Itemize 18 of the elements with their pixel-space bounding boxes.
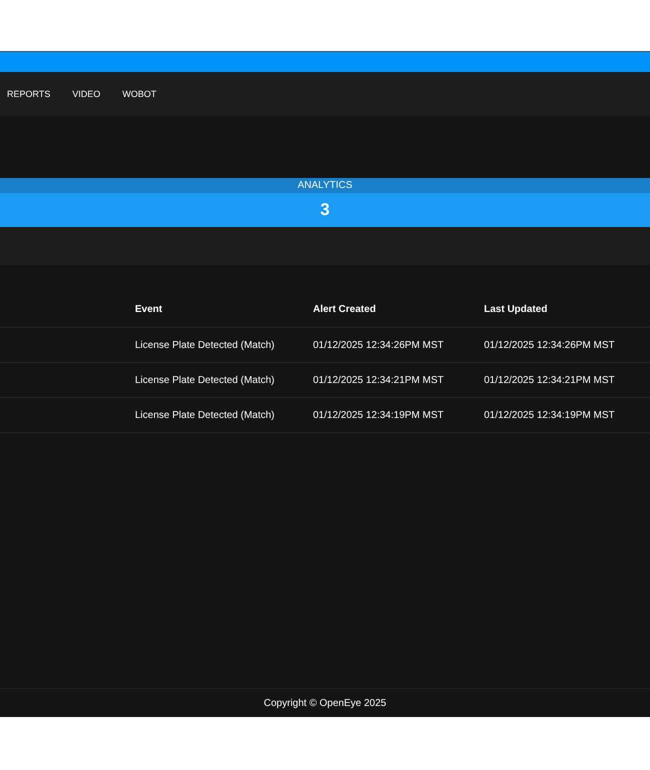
- analytics-count: 3: [320, 200, 330, 220]
- table-cell: License Plate Detected (Match): [135, 374, 275, 386]
- column-header: Event: [135, 304, 162, 314]
- table-cell: 01/12/2025 12:34:19PM MST: [484, 410, 615, 420]
- table-cell: License Plate Detected (Match): [135, 340, 275, 350]
- nav-link[interactable]: VIDEO: [72, 89, 100, 99]
- column-header: Alert Created: [313, 304, 376, 314]
- copyright-text: Copyright © OpenEye 2025: [264, 698, 386, 708]
- table-cell: 01/12/2025 12:34:21PM MST: [484, 374, 615, 386]
- table-cell: 01/12/2025 12:34:26PM MST: [313, 340, 444, 350]
- table-cell: License Plate Detected (Match): [135, 410, 275, 420]
- nav-link[interactable]: REPORTS: [7, 89, 50, 99]
- table-cell: 01/12/2025 12:34:21PM MST: [313, 374, 444, 386]
- analytics-title: ANALYTICS: [298, 180, 352, 191]
- table-cell: 01/12/2025 12:34:19PM MST: [313, 410, 444, 420]
- nav-link[interactable]: WOBOT: [122, 89, 156, 99]
- table-cell: 01/12/2025 12:34:26PM MST: [484, 340, 615, 350]
- column-header: Last Updated: [484, 304, 548, 314]
